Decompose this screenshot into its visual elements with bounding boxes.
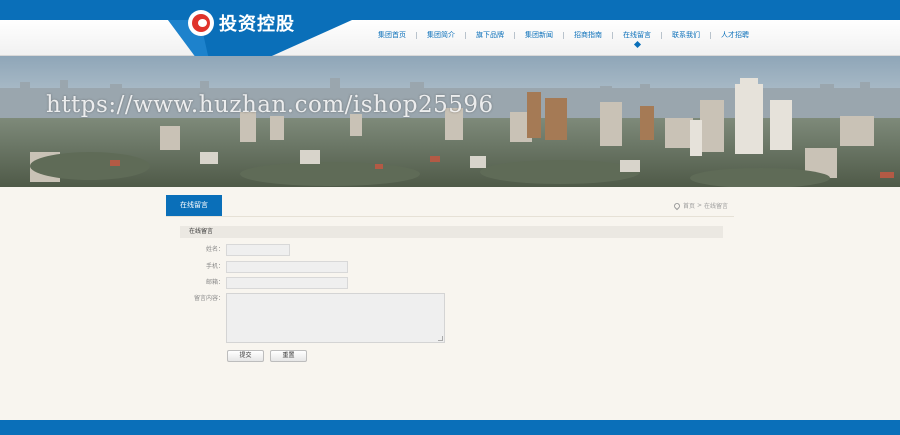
message-textarea[interactable]	[226, 293, 445, 343]
form-section-title: 在线留言	[180, 226, 723, 238]
city-skyline-image	[0, 56, 900, 187]
footer-stripe	[0, 420, 900, 435]
breadcrumb-separator: >	[696, 202, 702, 209]
nav-item-jobs[interactable]: 人才招聘	[716, 28, 754, 42]
nav-divider	[416, 31, 417, 39]
nav-item-message[interactable]: 在线留言	[618, 28, 656, 42]
email-label: 邮箱：	[205, 279, 224, 286]
main-content: 在线留言 首页 > 在线留言 在线留言 姓名： 手机： 邮箱： 留言内容： 提交	[0, 187, 900, 420]
nav-item-brands[interactable]: 旗下品牌	[471, 28, 509, 42]
breadcrumb-home[interactable]: 首页	[683, 201, 695, 210]
phone-row: 手机：	[180, 261, 348, 273]
email-row: 邮箱：	[180, 277, 348, 289]
breadcrumb: 首页 > 在线留言	[672, 201, 728, 210]
message-label: 留言内容：	[193, 295, 224, 302]
logo[interactable]: 投资控股	[188, 8, 295, 38]
section-tab[interactable]: 在线留言	[166, 195, 222, 216]
page: 投资控股 集团首页 集团简介 旗下品牌 集团新闻 招商指南 在线留言 联系我们 …	[0, 0, 900, 435]
nav-item-home[interactable]: 集团首页	[373, 28, 411, 42]
submit-button[interactable]: 提交	[227, 350, 264, 362]
nav-divider	[710, 31, 711, 39]
city-banner: https://www.huzhan.com/ishop25596	[0, 56, 900, 187]
watermark-text: https://www.huzhan.com/ishop25596	[46, 92, 494, 118]
top-stripe	[0, 0, 900, 20]
nav-divider	[514, 31, 515, 39]
phone-input[interactable]	[226, 261, 348, 273]
nav-divider	[612, 31, 613, 39]
breadcrumb-bar: 在线留言 首页 > 在线留言	[166, 195, 734, 217]
location-pin-icon	[672, 201, 682, 210]
nav-item-contact[interactable]: 联系我们	[667, 28, 705, 42]
email-input[interactable]	[226, 277, 348, 289]
logo-mark-icon	[188, 10, 214, 36]
logo-text: 投资控股	[219, 14, 295, 35]
nav-divider	[563, 31, 564, 39]
phone-label: 手机：	[205, 263, 224, 270]
nav-item-news[interactable]: 集团新闻	[520, 28, 558, 42]
nav-divider	[661, 31, 662, 39]
name-input[interactable]	[226, 244, 290, 256]
nav-item-about[interactable]: 集团简介	[422, 28, 460, 42]
nav-item-investment[interactable]: 招商指南	[569, 28, 607, 42]
name-label: 姓名：	[205, 246, 224, 253]
breadcrumb-current: 在线留言	[703, 203, 728, 210]
nav-divider	[465, 31, 466, 39]
reset-button[interactable]: 重置	[270, 350, 307, 362]
main-nav: 集团首页 集团简介 旗下品牌 集团新闻 招商指南 在线留言 联系我们 人才招聘	[373, 28, 754, 42]
name-row: 姓名：	[180, 244, 290, 256]
message-row: 留言内容：	[180, 293, 445, 343]
